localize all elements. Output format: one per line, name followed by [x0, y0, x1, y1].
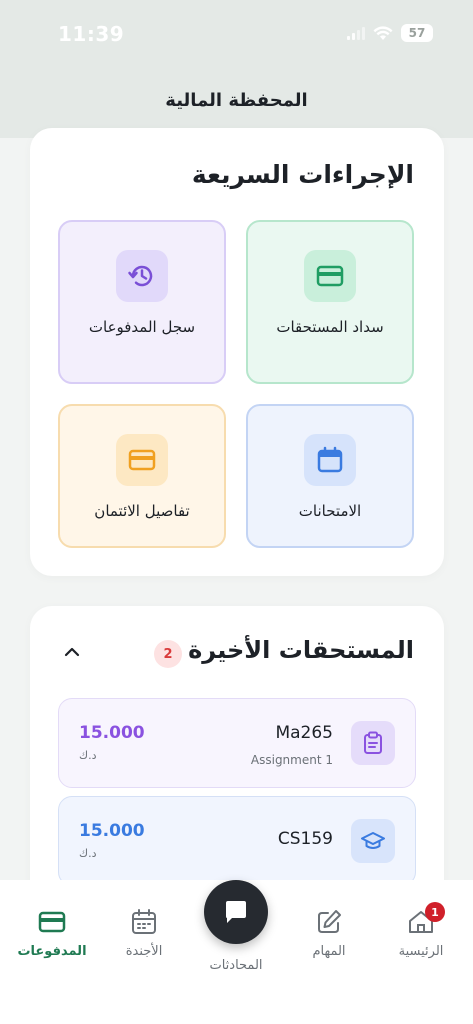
- payment-history-label: سجل المدفوعات: [88, 318, 196, 336]
- credit-details-tile[interactable]: تفاصيل الائتمان: [58, 404, 226, 548]
- due-code: Ma265: [275, 723, 333, 743]
- nav-tasks[interactable]: المهام: [279, 908, 379, 959]
- nav-agenda-label: الأجندة: [125, 944, 163, 959]
- nav-payments[interactable]: المدفوعات: [2, 908, 102, 959]
- nav-tasks-label: المهام: [312, 944, 346, 959]
- exams-tile[interactable]: الامتحانات: [246, 404, 414, 548]
- nav-home[interactable]: 1 الرئيسية: [371, 902, 471, 959]
- nav-home-label: الرئيسية: [398, 944, 444, 959]
- due-currency: د.ك: [79, 847, 97, 860]
- home-icon-wrap: 1: [407, 902, 445, 936]
- wifi-icon: [373, 25, 393, 40]
- due-item-ma265[interactable]: Ma265 Assignment 1 15.000 د.ك: [58, 698, 416, 788]
- top-bar: 11:39 57 المحفظة المالية: [0, 0, 473, 138]
- dues-count-badge: 2: [154, 640, 182, 668]
- home-notification-badge: 1: [425, 902, 445, 922]
- calendar-icon: [132, 909, 156, 934]
- chevron-up-icon[interactable]: [62, 642, 82, 662]
- credit-card-icon: [304, 250, 356, 302]
- due-subtitle: Assignment 1: [250, 753, 333, 767]
- quick-actions-title: الإجراءات السريعة: [191, 160, 414, 189]
- exams-label: الامتحانات: [298, 502, 362, 520]
- edit-icon: [318, 910, 341, 933]
- signal-icon: [347, 26, 365, 40]
- bottom-nav: المدفوعات الأجندة المحادثات المهام 1 الر…: [0, 880, 473, 1024]
- recent-dues-title: المستحقات الأخيرة: [188, 636, 414, 664]
- due-code: CS159: [277, 829, 333, 849]
- history-icon: [116, 250, 168, 302]
- battery-indicator: 57: [401, 24, 433, 42]
- nav-payments-label: المدفوعات: [17, 944, 87, 959]
- graduation-cap-icon: [351, 819, 395, 863]
- due-currency: د.ك: [79, 749, 97, 762]
- credit-details-label: تفاصيل الائتمان: [94, 502, 190, 520]
- quick-actions-card: الإجراءات السريعة سداد المستحقات سجل الم…: [30, 128, 444, 576]
- nav-agenda[interactable]: الأجندة: [94, 908, 194, 959]
- calendar-icon: [304, 434, 356, 486]
- pay-dues-label: سداد المستحقات: [276, 318, 384, 336]
- due-item-cs159[interactable]: CS159 15.000 د.ك: [58, 796, 416, 886]
- chat-bubble-icon: [226, 901, 246, 923]
- pay-dues-tile[interactable]: سداد المستحقات: [246, 220, 414, 384]
- chats-button[interactable]: [204, 880, 268, 944]
- credit-card-icon: [38, 911, 66, 933]
- status-icons: 57: [347, 24, 433, 42]
- page-title: المحفظة المالية: [165, 90, 308, 111]
- credit-card-icon: [116, 434, 168, 486]
- status-time: 11:39: [58, 22, 125, 46]
- clipboard-icon: [351, 721, 395, 765]
- nav-chats-label: المحادثات: [209, 958, 263, 973]
- payment-history-tile[interactable]: سجل المدفوعات: [58, 220, 226, 384]
- due-amount: 15.000: [79, 723, 145, 743]
- due-amount: 15.000: [79, 821, 145, 841]
